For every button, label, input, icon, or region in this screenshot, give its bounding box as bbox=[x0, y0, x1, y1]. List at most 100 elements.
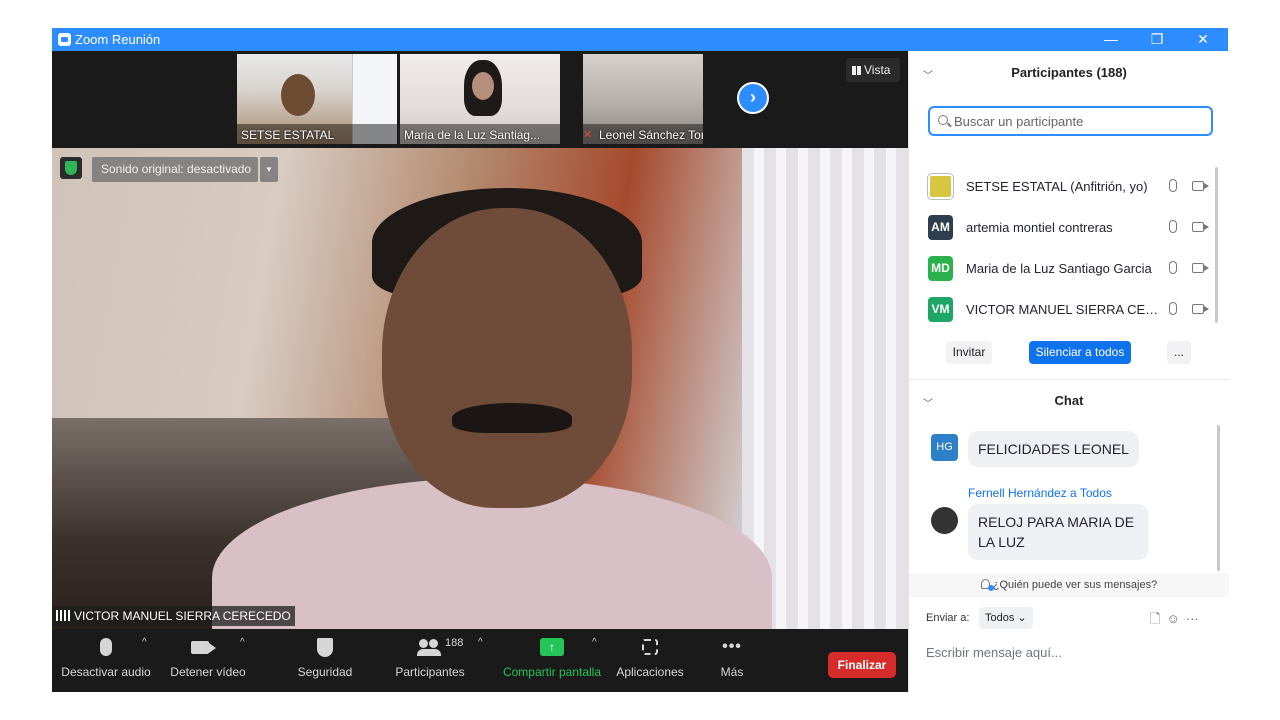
compose-tools: 🗋 ☺ ··· bbox=[1150, 610, 1205, 632]
thumbnail-name: Maria de la Luz Santiag... bbox=[404, 128, 541, 142]
more-icon: ••• bbox=[722, 638, 742, 655]
share-screen-icon: ↑ bbox=[540, 638, 564, 656]
restore-icon[interactable]: ❐ bbox=[1134, 28, 1180, 51]
camera-icon[interactable] bbox=[1192, 181, 1209, 191]
participant-name: artemia montiel contreras bbox=[966, 220, 1113, 235]
next-page-chevron-icon[interactable]: › bbox=[737, 82, 769, 114]
microphone-icon bbox=[100, 638, 112, 656]
thumbnail-maria[interactable]: Maria de la Luz Santiag... bbox=[400, 54, 560, 144]
speaker-name: VICTOR MANUEL SIERRA CERECEDO bbox=[74, 609, 291, 623]
host-logo-avatar bbox=[928, 174, 953, 199]
send-to-label: Enviar a: bbox=[926, 612, 970, 624]
video-options-caret[interactable]: ^ bbox=[240, 637, 245, 648]
view-button-label: Vista bbox=[864, 63, 891, 77]
participant-row[interactable]: SETSE ESTATAL (Anfitrión, yo) bbox=[909, 167, 1219, 208]
meeting-toolbar: Desactivar audio ^ Detener vídeo ^ Segur… bbox=[52, 629, 908, 692]
participants-header: ﹀ Participantes (188) bbox=[909, 61, 1229, 85]
participant-row[interactable]: VM VICTOR MANUEL SIERRA CEREC... bbox=[909, 290, 1219, 331]
security-button[interactable]: Seguridad bbox=[288, 629, 362, 692]
participant-name: SETSE ESTATAL (Anfitrión, yo) bbox=[966, 179, 1148, 194]
stop-video-label: Detener vídeo bbox=[170, 665, 246, 679]
minimize-icon[interactable]: — bbox=[1088, 28, 1134, 51]
muted-mic-icon: ✕ bbox=[583, 129, 593, 141]
active-speaker-video: Sonido original: desactivado ▼ VICTOR MA… bbox=[52, 148, 908, 629]
recipient-value: Todos bbox=[985, 612, 1015, 624]
who-sees-label: ¿Quién puede ver sus mensajes? bbox=[992, 579, 1158, 591]
mute-audio-button[interactable]: Desactivar audio bbox=[60, 629, 152, 692]
invite-button[interactable]: Invitar bbox=[946, 341, 992, 364]
recipient-dropdown[interactable]: Todos ⌄ bbox=[979, 607, 1033, 629]
thumbnail-setse-estatal[interactable]: SETSE ESTATAL bbox=[237, 54, 397, 144]
participants-label: Participantes bbox=[395, 665, 465, 679]
participant-search[interactable] bbox=[928, 106, 1213, 136]
stop-video-button[interactable]: Detener vídeo bbox=[168, 629, 248, 692]
shield-icon bbox=[317, 637, 333, 657]
speaker-name-label: VICTOR MANUEL SIERRA CERECEDO bbox=[52, 606, 295, 626]
chevron-down-icon[interactable]: ﹀ bbox=[923, 65, 933, 89]
end-meeting-button[interactable]: Finalizar bbox=[828, 652, 896, 678]
thumbnail-name: SETSE ESTATAL bbox=[241, 128, 335, 142]
microphone-icon[interactable] bbox=[1169, 302, 1177, 315]
audio-options-caret[interactable]: ^ bbox=[142, 637, 147, 648]
chevron-down-icon[interactable]: ▼ bbox=[260, 157, 278, 182]
window-title: Zoom Reunión bbox=[75, 32, 161, 47]
grid-icon bbox=[852, 66, 861, 75]
close-icon[interactable]: ✕ bbox=[1180, 28, 1226, 51]
chevron-down-icon[interactable]: ﹀ bbox=[923, 393, 933, 417]
search-input[interactable] bbox=[954, 112, 1204, 131]
side-panel: ﹀ Participantes (188) SETSE ESTATAL (Anf… bbox=[908, 51, 1229, 692]
encryption-shield-icon[interactable] bbox=[60, 157, 82, 179]
mute-audio-label: Desactivar audio bbox=[61, 665, 151, 679]
chat-message: RELOJ PARA MARIA DE LA LUZ bbox=[968, 504, 1148, 560]
file-icon[interactable]: 🗋 bbox=[1150, 611, 1160, 626]
divider bbox=[909, 379, 1229, 380]
zoom-window: Zoom Reunión — ❐ ✕ SETSE ESTATAL Maria d… bbox=[52, 28, 1229, 692]
avatar: HG bbox=[931, 434, 958, 461]
zoom-app-icon bbox=[58, 33, 71, 46]
person-icon bbox=[980, 579, 994, 591]
avatar: AM bbox=[928, 215, 953, 240]
chat-message: FELICIDADES LEONEL bbox=[968, 431, 1139, 467]
more-icon[interactable]: ··· bbox=[1186, 611, 1199, 626]
search-icon bbox=[938, 115, 948, 125]
microphone-icon[interactable] bbox=[1169, 220, 1177, 233]
who-can-see-messages[interactable]: ¿Quién puede ver sus mensajes? bbox=[909, 573, 1229, 597]
avatar: MD bbox=[928, 256, 953, 281]
apps-button[interactable]: Aplicaciones bbox=[614, 629, 686, 692]
apps-icon bbox=[642, 639, 658, 655]
view-button[interactable]: Vista bbox=[846, 58, 900, 82]
more-options-button[interactable]: ... bbox=[1167, 341, 1191, 364]
more-button[interactable]: ••• Más bbox=[708, 629, 756, 692]
apps-label: Aplicaciones bbox=[616, 665, 684, 679]
security-label: Seguridad bbox=[297, 665, 353, 679]
emoji-icon[interactable]: ☺ bbox=[1166, 611, 1179, 626]
participants-count: 188 bbox=[445, 637, 464, 649]
avatar: VM bbox=[928, 297, 953, 322]
share-options-caret[interactable]: ^ bbox=[592, 637, 597, 648]
more-label: Más bbox=[720, 665, 744, 679]
chat-scrollbar[interactable] bbox=[1217, 425, 1220, 571]
chat-title: Chat bbox=[1054, 393, 1084, 408]
camera-icon[interactable] bbox=[1192, 263, 1209, 273]
participants-scrollbar[interactable] bbox=[1215, 167, 1218, 323]
original-sound-button[interactable]: Sonido original: desactivado bbox=[92, 157, 258, 182]
mute-all-button[interactable]: Silenciar a todos bbox=[1029, 341, 1131, 364]
message-input[interactable] bbox=[926, 641, 1216, 663]
camera-icon[interactable] bbox=[1192, 304, 1209, 314]
participants-icon bbox=[417, 639, 441, 656]
microphone-icon[interactable] bbox=[1169, 261, 1177, 274]
message-sender[interactable]: Fernell Hernández a Todos bbox=[968, 486, 1112, 500]
participants-options-caret[interactable]: ^ bbox=[478, 637, 483, 648]
camera-icon bbox=[191, 640, 216, 654]
thumbnail-leonel[interactable]: ✕ Leonel Sánchez Torres bbox=[583, 54, 703, 144]
share-screen-button[interactable]: ↑ Compartir pantalla bbox=[500, 629, 604, 692]
share-screen-label: Compartir pantalla bbox=[502, 665, 602, 679]
chevron-down-icon: ⌄ bbox=[1017, 612, 1027, 624]
microphone-icon[interactable] bbox=[1169, 179, 1177, 192]
camera-icon[interactable] bbox=[1192, 222, 1209, 232]
avatar bbox=[931, 507, 958, 534]
video-area: SETSE ESTATAL Maria de la Luz Santiag...… bbox=[52, 51, 908, 692]
participant-row[interactable]: MD Maria de la Luz Santiago Garcia bbox=[909, 249, 1219, 290]
thumbnail-name: Leonel Sánchez Torres bbox=[599, 128, 703, 142]
participant-row[interactable]: AM artemia montiel contreras bbox=[909, 208, 1219, 249]
